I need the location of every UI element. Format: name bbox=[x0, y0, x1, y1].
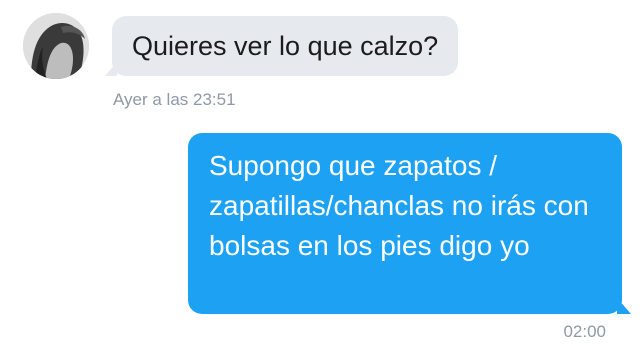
outgoing-message-bubble[interactable]: Supongo que zapatos / zapatillas/chancla… bbox=[188, 133, 631, 314]
incoming-message-timestamp: Ayer a las 23:51 bbox=[113, 90, 236, 109]
incoming-message-text: Quieres ver lo que calzo? bbox=[132, 31, 439, 61]
outgoing-message-timestamp: 02:00 bbox=[563, 322, 606, 341]
incoming-message-bubble[interactable]: Quieres ver lo que calzo? bbox=[104, 16, 459, 76]
avatar[interactable] bbox=[23, 13, 89, 79]
outgoing-message-text: Supongo que zapatos / zapatillas/chancla… bbox=[209, 150, 589, 261]
avatar-photo bbox=[23, 13, 89, 79]
